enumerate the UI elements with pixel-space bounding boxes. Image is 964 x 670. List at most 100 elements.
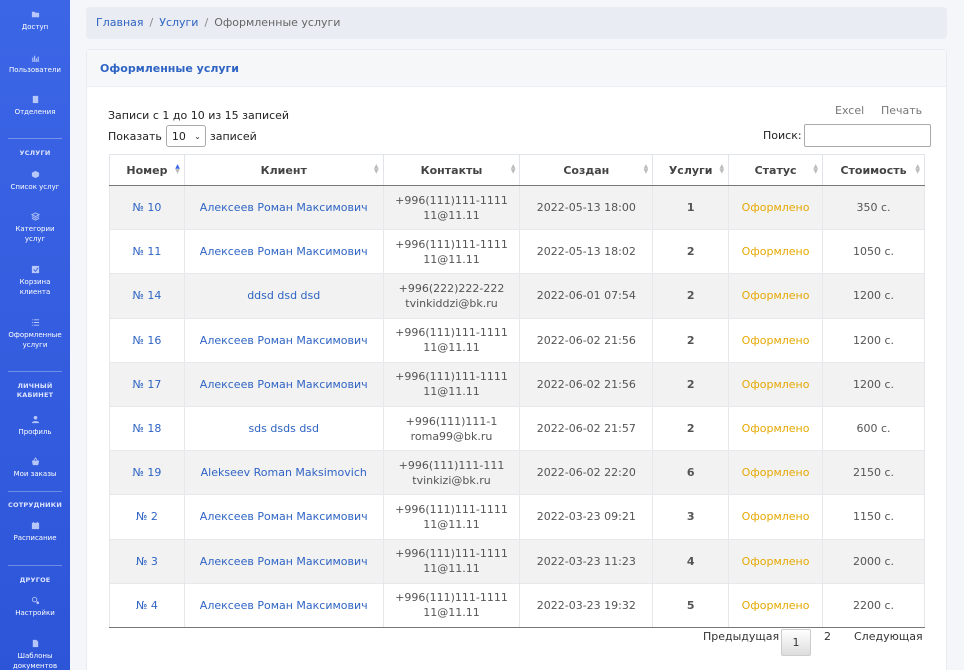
order-number-link[interactable]: № 2 bbox=[109, 494, 185, 540]
print-button[interactable]: Печать bbox=[881, 104, 922, 117]
sidebar-item-label: Настройки bbox=[15, 609, 55, 617]
cost-cell: 2200 с. bbox=[822, 582, 925, 628]
status-cell: Оформлено bbox=[728, 273, 824, 319]
cost-cell: 1200 с. bbox=[822, 361, 925, 407]
cost-cell: 1150 с. bbox=[822, 494, 925, 540]
contact-phone: +996(111)111-1111 bbox=[395, 502, 508, 516]
breadcrumb-separator: / bbox=[149, 16, 154, 29]
created-cell: 2022-06-02 21:56 bbox=[519, 317, 654, 363]
order-number-link[interactable]: № 10 bbox=[109, 184, 185, 231]
cost-cell: 350 с. bbox=[822, 184, 925, 231]
pagination-previous[interactable]: Предыдущая bbox=[703, 630, 779, 643]
sidebar-item-client-cart[interactable]: Корзина клиента bbox=[0, 265, 70, 297]
order-number-link[interactable]: № 18 bbox=[109, 405, 185, 452]
created-cell: 2022-03-23 09:21 bbox=[519, 494, 654, 540]
breadcrumb-services[interactable]: Услуги bbox=[159, 16, 198, 29]
sidebar-item-schedule[interactable]: Расписание bbox=[0, 521, 70, 543]
table-row: № 17 Алексеев Роман Максимович +996(111)11… bbox=[109, 361, 925, 407]
sidebar-item-orders-services[interactable]: Оформленные услуги bbox=[0, 318, 70, 350]
contacts-cell: +996(111)111-1111 11@11.11 bbox=[382, 229, 521, 275]
column-header-label: Номер bbox=[126, 163, 168, 177]
client-link[interactable]: sds dsds dsd bbox=[183, 405, 384, 452]
column-header-client[interactable]: Клиент ▲ ▼ bbox=[183, 154, 384, 186]
sort-icon: ▲ ▼ bbox=[373, 163, 379, 175]
sidebar-item-my-orders[interactable]: Мои заказы bbox=[0, 457, 70, 479]
contacts-cell: +996(111)111-1111 11@11.11 bbox=[382, 317, 521, 363]
sidebar-item-label: Категории услуг bbox=[15, 225, 55, 243]
cost-cell: 1050 с. bbox=[822, 229, 925, 275]
pagination-page-2[interactable]: 2 bbox=[824, 630, 831, 643]
sidebar-item-settings[interactable]: Настройки bbox=[0, 596, 70, 618]
orders-card: Оформленные услуги Записи с 1 до 10 из 1… bbox=[86, 49, 947, 670]
contact-phone: +996(111)111-1111 bbox=[395, 193, 508, 207]
contact-phone: +996(222)222-222 bbox=[398, 281, 505, 295]
sidebar-item-doc-templates[interactable]: Шаблоны документов bbox=[0, 639, 70, 670]
status-cell: Оформлено bbox=[728, 317, 824, 363]
breadcrumb: Главная / Услуги / Оформленные услуги bbox=[86, 7, 947, 39]
column-header-status[interactable]: Статус ▲ ▼ bbox=[728, 154, 824, 186]
column-header-contacts[interactable]: Контакты ▲ ▼ bbox=[382, 154, 521, 186]
contacts-cell: +996(111)111-1111 11@11.11 bbox=[382, 184, 521, 231]
column-header-services[interactable]: Услуги ▲ ▼ bbox=[652, 154, 730, 186]
sidebar-item-profile[interactable]: Профиль bbox=[0, 415, 70, 437]
sidebar-item-service-categories[interactable]: Категории услуг bbox=[0, 212, 70, 244]
breadcrumb-home[interactable]: Главная bbox=[96, 16, 144, 29]
order-number-link[interactable]: № 11 bbox=[109, 229, 185, 275]
services-count-cell: 6 bbox=[652, 450, 730, 496]
breadcrumb-current: Оформленные услуги bbox=[214, 16, 341, 29]
column-header-number[interactable]: Номер ▲ ▼ bbox=[109, 154, 185, 186]
sidebar-heading-staff: СОТРУДНИКИ bbox=[8, 501, 62, 509]
sidebar-item-label: Профиль bbox=[18, 428, 52, 436]
created-cell: 2022-05-13 18:02 bbox=[519, 229, 654, 275]
chevron-down-icon: ⌄ bbox=[194, 131, 201, 141]
order-number-link[interactable]: № 14 bbox=[109, 273, 185, 319]
status-cell: Оформлено bbox=[728, 582, 824, 628]
client-link[interactable]: Алексеев Роман Максимович bbox=[183, 538, 384, 584]
pagination-next[interactable]: Следующая bbox=[854, 630, 923, 643]
excel-button[interactable]: Excel bbox=[835, 104, 864, 117]
status-cell: Оформлено bbox=[728, 184, 824, 231]
contacts-cell: +996(111)111-1111 11@11.11 bbox=[382, 494, 521, 540]
services-count-cell: 4 bbox=[652, 538, 730, 584]
created-cell: 2022-06-02 21:56 bbox=[519, 361, 654, 407]
page-length-select[interactable]: 10 ⌄ bbox=[165, 125, 206, 147]
check-square-icon bbox=[31, 265, 40, 274]
sidebar-item-label: Оформленные услуги bbox=[8, 331, 62, 349]
table-row: № 4 Алексеев Роман Максимович +996(111)111… bbox=[109, 582, 925, 628]
order-number-link[interactable]: № 17 bbox=[109, 361, 185, 407]
orders-table: Номер ▲ ▼ Клиент ▲ ▼ Контакты ▲ ▼ Создан ▲ ▼ Усл… bbox=[109, 154, 925, 628]
contact-email: 11@11.11 bbox=[423, 252, 480, 266]
chart-icon bbox=[31, 53, 40, 62]
client-link[interactable]: Алексеев Роман Максимович bbox=[183, 317, 384, 363]
calendar-icon bbox=[31, 521, 40, 530]
order-number-link[interactable]: № 19 bbox=[109, 450, 185, 496]
client-link[interactable]: Alekseev Roman Maksimovich bbox=[183, 450, 384, 496]
sidebar-item-users[interactable]: Пользователи bbox=[0, 53, 70, 75]
contacts-cell: +996(111)111-1 roma99@bk.ru bbox=[382, 405, 521, 452]
client-link[interactable]: Алексеев Роман Максимович bbox=[183, 582, 384, 628]
search-input[interactable] bbox=[803, 124, 931, 147]
sidebar-item-access[interactable]: Доступ bbox=[0, 10, 70, 32]
order-number-link[interactable]: № 16 bbox=[109, 317, 185, 363]
sidebar-item-service-list[interactable]: Список услуг bbox=[0, 170, 70, 192]
column-header-label: Создан bbox=[563, 163, 610, 177]
sidebar-item-departments[interactable]: Отделения bbox=[0, 95, 70, 117]
client-link[interactable]: Алексеев Роман Максимович bbox=[183, 184, 384, 231]
table-row: № 2 Алексеев Роман Максимович +996(111)111… bbox=[109, 494, 925, 540]
sort-icon: ▲ ▼ bbox=[813, 163, 819, 175]
column-header-created[interactable]: Создан ▲ ▼ bbox=[519, 154, 654, 186]
column-header-cost[interactable]: Стоимость ▲ ▼ bbox=[822, 154, 925, 186]
pagination-page-1[interactable]: 1 bbox=[781, 629, 811, 656]
client-link[interactable]: Алексеев Роман Максимович bbox=[183, 494, 384, 540]
created-cell: 2022-06-02 22:20 bbox=[519, 450, 654, 496]
list-icon bbox=[31, 318, 40, 327]
client-link[interactable]: Алексеев Роман Максимович bbox=[183, 229, 384, 275]
order-number-link[interactable]: № 4 bbox=[109, 582, 185, 628]
order-number-link[interactable]: № 3 bbox=[109, 538, 185, 584]
client-link[interactable]: Алексеев Роман Максимович bbox=[183, 361, 384, 407]
length-suffix: записей bbox=[209, 129, 257, 143]
services-count-cell: 2 bbox=[652, 361, 730, 407]
client-link[interactable]: ddsd dsd dsd bbox=[183, 273, 384, 319]
sidebar-item-label: Корзина клиента bbox=[19, 278, 51, 296]
cost-cell: 600 с. bbox=[822, 405, 925, 452]
